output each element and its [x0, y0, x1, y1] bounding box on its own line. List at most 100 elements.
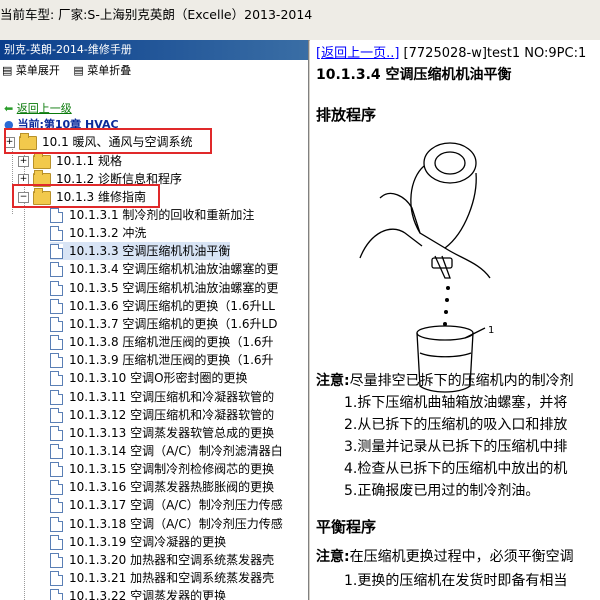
tree-doc-item[interactable]: 10.1.3.13 空调蒸发器软管总成的更换: [50, 424, 274, 442]
note-text: 在压缩机更换过程中，必须平衡空调: [349, 549, 574, 565]
tree-node-specs[interactable]: +10.1.1 规格: [18, 151, 122, 170]
left-navigation-panel: 别克-英朗-2014-维修手册 ▤ 菜单展开 ▤ 菜单折叠 ⬅ 返回上一级 ● …: [0, 40, 309, 600]
tree-doc-item[interactable]: 10.1.3.19 空调冷凝器的更换: [50, 533, 226, 551]
document-icon: [50, 516, 63, 532]
tree-doc-label: 10.1.3.12 空调压缩机和冷凝器软管的: [69, 407, 275, 422]
tree-doc-label: 10.1.3.1 制冷剂的回收和重新加注: [69, 208, 255, 222]
back-link-label: 返回上一级: [16, 102, 72, 115]
tree-doc-item[interactable]: 10.1.3.20 加热器和空调系统蒸发器壳: [50, 551, 274, 569]
document-icon: [50, 571, 63, 586]
tree-doc-item[interactable]: 10.1.3.15 空调制冷剂检修阀芯的更换: [50, 460, 274, 478]
compressor-drain-illustration: [359, 142, 491, 393]
tree-doc-item[interactable]: 10.1.3.14 空调（A/C）制冷剂滤清器白: [50, 442, 283, 460]
tree-doc-item[interactable]: 10.1.3.2 冲洗: [50, 224, 146, 242]
tree-doc-item[interactable]: 10.1.3.8 压缩机泄压阀的更换（1.6升: [50, 333, 274, 351]
tree-doc-item[interactable]: 10.1.3.6 空调压缩机的更换（1.6升LL: [50, 297, 275, 315]
tree-doc-label: 10.1.3.3 空调压缩机机油平衡: [69, 244, 231, 259]
document-viewer: [返回上一页..] [7725028-w]test1 NO:9PC:1 10.1…: [310, 40, 600, 600]
expand-menu-label: 菜单展开: [15, 64, 60, 77]
back-arrow-icon: ⬅: [4, 102, 14, 115]
document-icon: [50, 462, 63, 478]
tree-doc-label: 10.1.3.11 空调压缩机和冷凝器软管的: [69, 389, 275, 404]
tree-doc-label: 10.1.3.7 空调压缩机的更换（1.6升LD: [69, 316, 278, 331]
tree-toolbar: ▤ 菜单展开 ▤ 菜单折叠: [0, 60, 308, 82]
tree-doc-label: 10.1.3.6 空调压缩机的更换（1.6升LL: [69, 298, 275, 313]
tree-doc-item[interactable]: 10.1.3.10 空调O形密封圈的更换: [50, 369, 248, 387]
document-icon: [50, 335, 63, 351]
section-balance-title: 平衡程序: [316, 518, 377, 536]
note-balance: 注意:在压缩机更换过程中，必须平衡空调: [316, 546, 574, 566]
doc-heading: 10.1.3.4 空调压缩机机油平衡: [316, 67, 512, 83]
document-icon: [50, 371, 63, 387]
drain-step-1: 1.拆下压缩机曲轴箱放油螺塞，并将: [344, 395, 568, 411]
tree-doc-item[interactable]: 10.1.3.4 空调压缩机机油放油螺塞的更: [50, 260, 278, 278]
tree-doc-label: 10.1.3.21 加热器和空调系统蒸发器壳: [69, 571, 275, 585]
document-icon: [50, 480, 63, 496]
document-icon: [50, 226, 63, 242]
vehicle-info: 当前车型: 厂家:S-上海别克英朗（Excelle）2013-2014: [0, 7, 313, 22]
document-icon: [50, 353, 63, 369]
tree-doc-item[interactable]: 10.1.3.5 空调压缩机机油放油螺塞的更: [50, 279, 278, 297]
tree-doc-label: 10.1.3.16 空调蒸发器热膨胀阀的更换: [69, 480, 275, 495]
tree-doc-item[interactable]: 10.1.3.3 空调压缩机机油平衡: [50, 242, 231, 261]
document-icon: [50, 244, 63, 260]
highlight-box-hvac: [4, 128, 212, 154]
tree-doc-label: 10.1.3.14 空调（A/C）制冷剂滤清器白: [69, 443, 283, 458]
tree-doc-item[interactable]: 10.1.3.7 空调压缩机的更换（1.6升LD: [50, 315, 277, 333]
tree-doc-label: 10.1.3.2 冲洗: [69, 226, 147, 241]
tree-doc-item[interactable]: 10.1.3.11 空调压缩机和冷凝器软管的: [50, 388, 274, 406]
tree-doc-item[interactable]: 10.1.3.17 空调（A/C）制冷剂压力传感: [50, 496, 283, 514]
tree-doc-label: 10.1.3.4 空调压缩机机油放油螺塞的更: [69, 262, 279, 277]
tree-doc-item[interactable]: 10.1.3.16 空调蒸发器热膨胀阀的更换: [50, 478, 274, 496]
drain-step-5: 5.正确报废已用过的制冷剂油。: [344, 483, 540, 499]
document-icon: [50, 262, 63, 278]
document-icon: [50, 280, 63, 296]
drain-step-4: 4.检查从已拆下的压缩机中放出的机: [344, 461, 568, 477]
balance-step-1: 1.更换的压缩机在发货时即备有相当: [344, 573, 568, 589]
tree-doc-item[interactable]: 10.1.3.18 空调（A/C）制冷剂压力传感: [50, 515, 283, 533]
tree-doc-label: 10.1.3.5 空调压缩机机油放油螺塞的更: [69, 280, 279, 295]
tree-doc-item[interactable]: 10.1.3.22 空调蒸发器的更换: [50, 587, 226, 600]
tree-doc-item[interactable]: 10.1.3.9 压缩机泄压阀的更换（1.6升: [50, 351, 274, 369]
back-page-link[interactable]: [返回上一页..]: [316, 46, 399, 61]
highlight-box-repair-guide: [12, 184, 160, 208]
document-icon: [50, 443, 63, 459]
collapse-menu-label: 菜单折叠: [87, 64, 132, 77]
collapse-menu-button[interactable]: ▤ 菜单折叠: [73, 64, 131, 77]
tree-doc-label: 10.1.3.20 加热器和空调系统蒸发器壳: [69, 552, 275, 567]
tree-guide-line: [24, 152, 25, 600]
callout-label: 1: [488, 325, 495, 336]
tree-doc-label: 10.1.3.17 空调（A/C）制冷剂压力传感: [69, 498, 283, 513]
tree-doc-label: 10.1.3.15 空调制冷剂检修阀芯的更换: [69, 462, 275, 477]
note-label: 注意:: [316, 549, 350, 565]
note-drain: 注意:尽量排空已拆下的压缩机内的制冷剂: [316, 370, 574, 390]
tree-node-label: 10.1.1 规格: [56, 154, 122, 168]
document-icon: [50, 316, 63, 332]
expand-icon[interactable]: +: [18, 156, 29, 167]
section-drain-title: 排放程序: [316, 106, 377, 124]
tree-doc-label: 10.1.3.8 压缩机泄压阀的更换（1.6升: [69, 335, 274, 350]
doc-header-line: [返回上一页..] [7725028-w]test1 NO:9PC:1: [316, 42, 586, 61]
document-icon: [50, 534, 63, 550]
document-icon: [50, 552, 63, 568]
tree-doc-item[interactable]: 10.1.3.12 空调压缩机和冷凝器软管的: [50, 406, 274, 424]
tree-doc-label: 10.1.3.9 压缩机泄压阀的更换（1.6升: [69, 353, 274, 368]
tree-doc-item[interactable]: 10.1.3.1 制冷剂的回收和重新加注: [50, 206, 254, 224]
drain-step-3: 3.测量并记录从已拆下的压缩机中排: [344, 439, 568, 455]
drain-step-2: 2.从已拆下的压缩机的吸入口和排放: [344, 417, 568, 433]
tree-doc-item[interactable]: 10.1.3.21 加热器和空调系统蒸发器壳: [50, 569, 274, 587]
doc-id: [7725028-w]test1 NO:9PC:1: [399, 46, 587, 61]
document-icon: [50, 298, 63, 314]
top-info-bar: 当前车型: 厂家:S-上海别克英朗（Excelle）2013-2014: [0, 0, 600, 41]
tree-doc-label: 10.1.3.18 空调（A/C）制冷剂压力传感: [69, 516, 283, 531]
document-icon: [50, 425, 63, 441]
note-text: 尽量排空已拆下的压缩机内的制冷剂: [349, 373, 574, 389]
manual-title-bar: 别克-英朗-2014-维修手册: [0, 40, 308, 60]
tree-doc-label: 10.1.3.13 空调蒸发器软管总成的更换: [69, 425, 275, 440]
document-icon: [50, 389, 63, 405]
expand-menu-button[interactable]: ▤ 菜单展开: [2, 64, 60, 77]
tree-doc-label: 10.1.3.22 空调蒸发器的更换: [69, 589, 227, 600]
document-icon: [50, 208, 63, 223]
document-icon: [50, 589, 63, 600]
tree-doc-label: 10.1.3.19 空调冷凝器的更换: [69, 534, 227, 549]
